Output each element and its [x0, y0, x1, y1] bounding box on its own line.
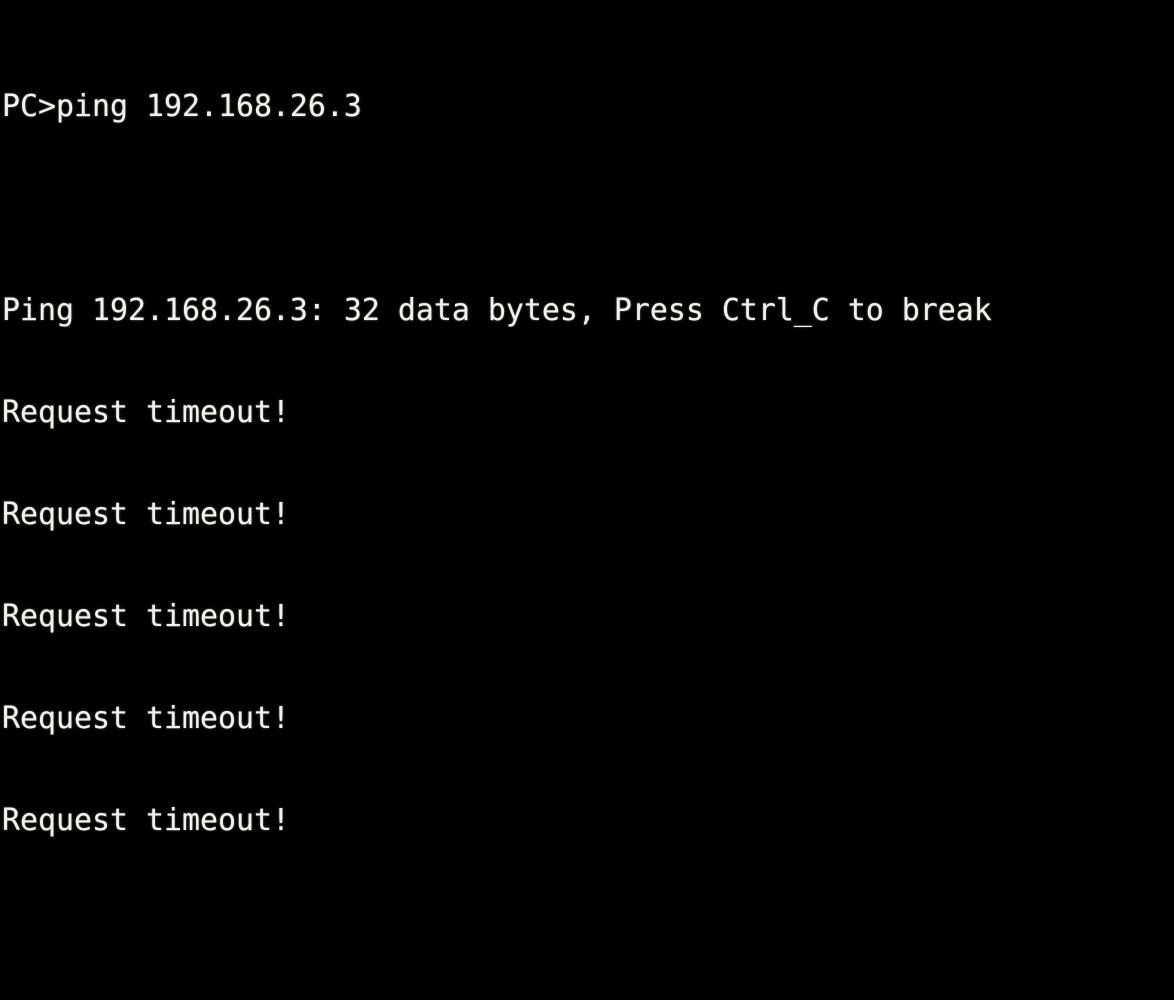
terminal-line-request-timeout-1: Request timeout!	[2, 395, 290, 430]
terminal-line-prompt-command: PC>ping 192.168.26.3	[2, 89, 362, 124]
terminal-line-request-timeout-4: Request timeout!	[2, 701, 290, 736]
terminal-line-request-timeout-2: Request timeout!	[2, 497, 290, 532]
terminal-line-ping-header: Ping 192.168.26.3: 32 data bytes, Press …	[2, 293, 992, 328]
terminal-line-request-timeout-5: Request timeout!	[2, 803, 290, 838]
terminal-line-blank-2	[2, 906, 992, 940]
terminal-line-blank-1	[2, 192, 992, 226]
terminal-window[interactable]: PC>ping 192.168.26.3 Ping 192.168.26.3: …	[0, 0, 1174, 838]
terminal-output: PC>ping 192.168.26.3 Ping 192.168.26.3: …	[2, 22, 992, 1000]
terminal-line-request-timeout-3: Request timeout!	[2, 599, 290, 634]
